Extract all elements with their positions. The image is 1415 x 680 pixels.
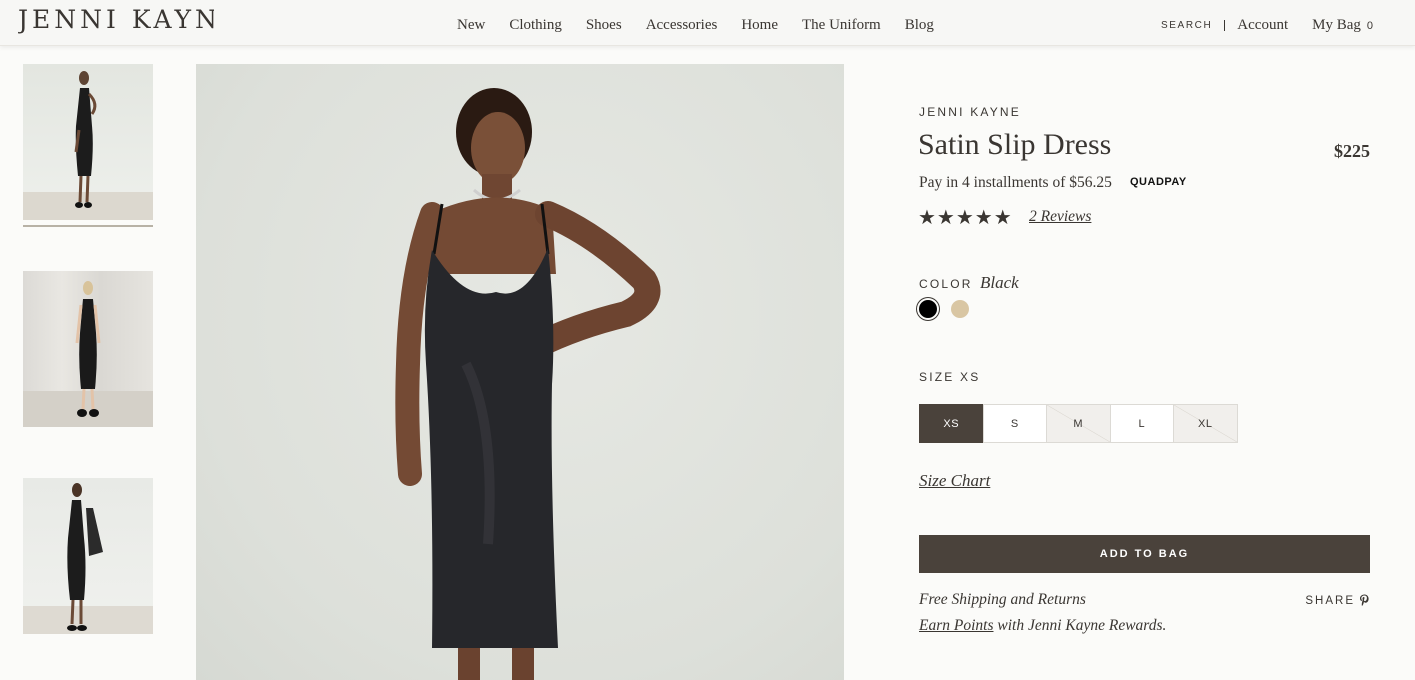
nav-blog[interactable]: Blog	[905, 17, 934, 34]
add-to-bag-button[interactable]: ADD TO BAG	[919, 535, 1370, 573]
bag-count: 0	[1366, 20, 1373, 32]
rewards-text: with Jenni Kayne Rewards.	[993, 617, 1167, 634]
pinterest-icon	[1360, 594, 1369, 606]
size-option-l[interactable]: L	[1109, 404, 1174, 443]
color-label: COLOR	[919, 277, 973, 291]
earn-points-link[interactable]: Earn Points	[919, 617, 994, 634]
product-brand: JENNI KAYNE	[919, 105, 1021, 119]
size-selector: XS S M L XL	[919, 404, 1238, 443]
product-price: $225	[1334, 141, 1370, 161]
svg-text:JENNI KAYNE: JENNI KAYNE	[18, 6, 214, 34]
site-header: JENNI KAYNE New Clothing Shoes Accessori…	[0, 0, 1415, 46]
size-option-m[interactable]: M	[1046, 404, 1111, 443]
star-rating: ★★★★★	[918, 207, 1013, 229]
divider	[1224, 19, 1226, 31]
nav-accessories[interactable]: Accessories	[646, 17, 718, 34]
thumbnail-1[interactable]	[23, 64, 153, 220]
thumbnail-3[interactable]	[23, 478, 153, 634]
main-nav: New Clothing Shoes Accessories Home The …	[457, 17, 958, 34]
nav-home[interactable]: Home	[741, 17, 778, 34]
bag-link[interactable]: My Bag 0	[1312, 16, 1373, 34]
site-logo[interactable]: JENNI KAYNE	[15, 5, 239, 42]
model-figure-image	[23, 483, 153, 634]
rewards-info: Earn Points with Jenni Kayne Rewards.	[919, 617, 1166, 635]
size-option-xs[interactable]: XS	[919, 404, 984, 443]
model-figure-image	[23, 71, 153, 220]
thumbnail-2[interactable]	[23, 271, 153, 427]
nav-the-uniform[interactable]: The Uniform	[802, 17, 881, 34]
bag-label: My Bag	[1312, 17, 1361, 33]
nav-new[interactable]: New	[457, 17, 485, 34]
reviews-link[interactable]: 2 Reviews	[1029, 208, 1091, 226]
installments-text: Pay in 4 installments of $56.25	[919, 174, 1112, 191]
nav-clothing[interactable]: Clothing	[509, 17, 562, 34]
size-option-s[interactable]: S	[982, 404, 1047, 443]
quadpay-logo[interactable]: QUADPAY	[1130, 176, 1187, 188]
thumbnail-active-indicator	[23, 225, 153, 227]
search-link[interactable]: SEARCH	[1161, 20, 1212, 31]
size-chart-link[interactable]: Size Chart	[919, 471, 990, 491]
size-label: SIZE XS	[919, 370, 981, 384]
share-label: SHARE	[1305, 595, 1355, 607]
share-button[interactable]: SHARE	[1305, 594, 1370, 608]
model-figure-image	[395, 88, 661, 680]
header-utilities: SEARCH Account My Bag 0	[1161, 16, 1373, 34]
color-swatch-tan[interactable]	[951, 300, 969, 318]
product-title: Satin Slip Dress	[918, 128, 1112, 161]
shipping-info: Free Shipping and Returns	[919, 591, 1086, 608]
account-link[interactable]: Account	[1237, 17, 1288, 34]
color-swatch-black[interactable]	[919, 300, 937, 318]
logo-wordmark: JENNI KAYNE	[15, 5, 239, 34]
color-value: Black	[980, 273, 1019, 292]
main-product-image[interactable]	[196, 64, 844, 680]
model-figure-image	[23, 281, 153, 427]
size-option-xl[interactable]: XL	[1173, 404, 1238, 443]
nav-shoes[interactable]: Shoes	[586, 17, 622, 34]
